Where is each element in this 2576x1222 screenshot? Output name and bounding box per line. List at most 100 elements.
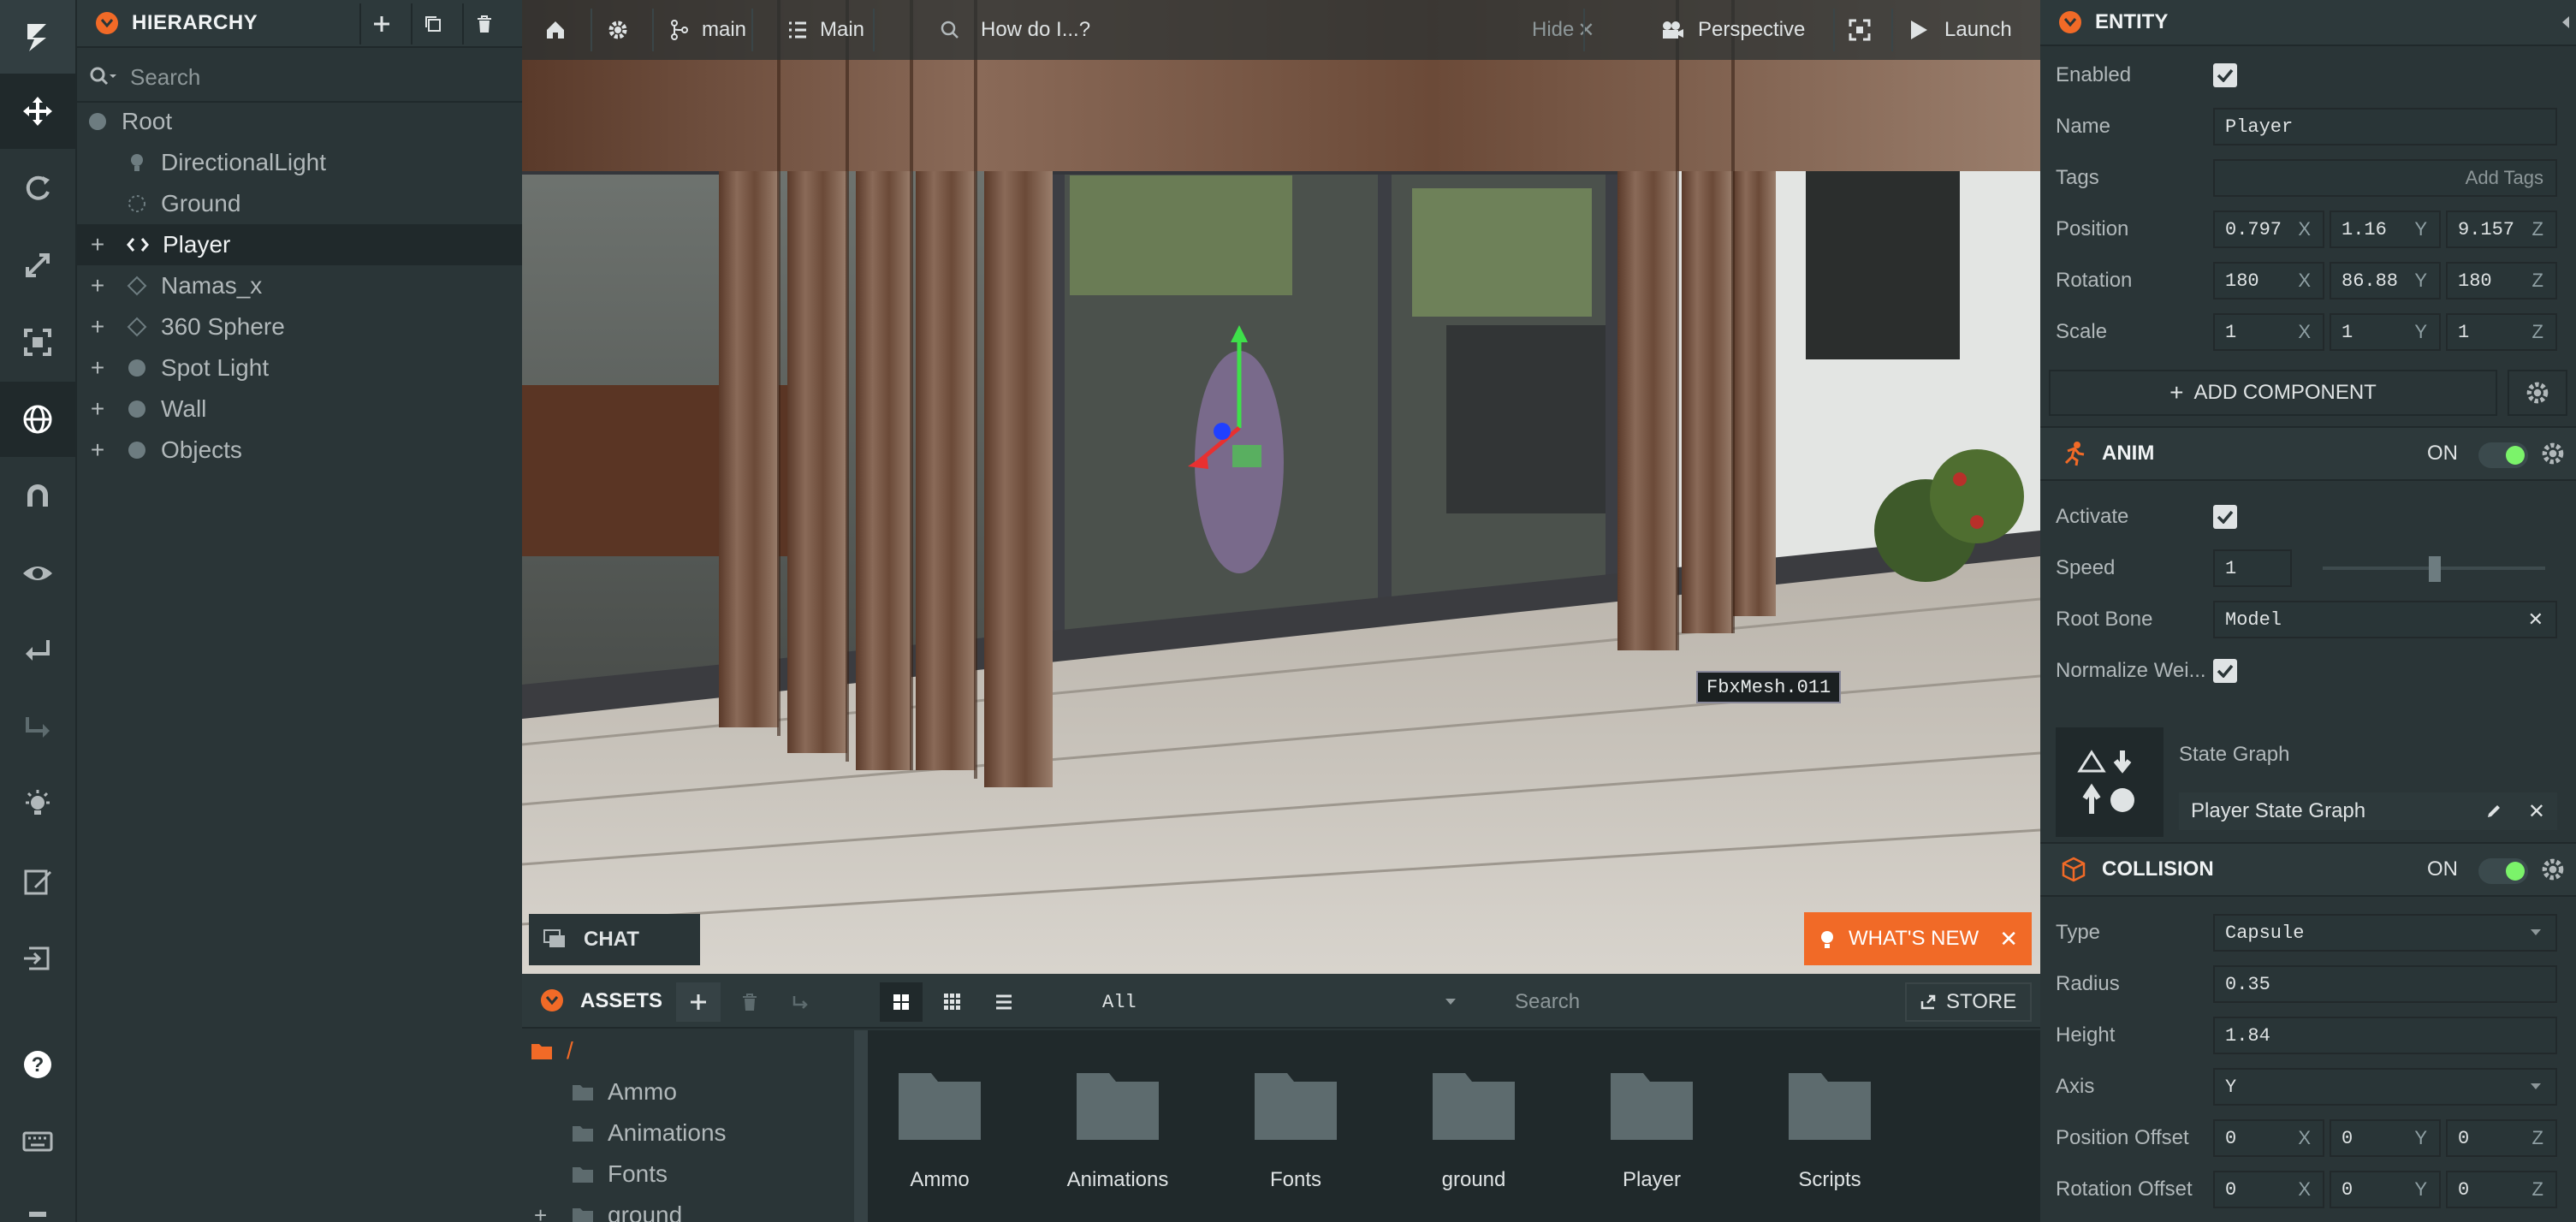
whats-new-button[interactable]: WHAT'S NEW ✕ [1804,912,2032,965]
speed-field[interactable]: 1 [2213,549,2292,587]
settings-panel-icon[interactable] [0,1181,75,1222]
asset-tree-item-ground[interactable]: + ground [534,1195,682,1222]
tree-item-directional-light[interactable]: DirectionalLight [77,142,522,183]
collision-component-header[interactable]: COLLISION ON [2040,842,2576,897]
tree-item-wall[interactable]: + Wall [77,389,522,430]
asset-folder-ground[interactable]: ground [1414,1070,1534,1192]
world-space-icon[interactable] [0,382,75,457]
name-field[interactable]: Player [2213,108,2557,145]
rotation-z-field[interactable]: 180 Z [2446,262,2557,300]
asset-folder-fonts[interactable]: Fonts [1236,1070,1356,1192]
tree-item-namas-x[interactable]: + Namas_x [77,265,522,306]
tree-item-ground[interactable]: Ground [77,183,522,224]
hierarchy-search[interactable]: Search [77,53,522,101]
grid-view-button[interactable] [880,982,923,1022]
store-button[interactable]: STORE [1905,982,2032,1022]
rotation-offset-x-field[interactable]: 0X [2213,1171,2324,1208]
rotation-offset-z-field[interactable]: 0Z [2446,1171,2557,1208]
redo-icon[interactable] [0,690,75,765]
asset-folder-player[interactable]: Player [1592,1070,1712,1192]
translate-tool-icon[interactable] [0,74,75,149]
fullscreen-button[interactable] [1849,0,1871,60]
code-editor-icon[interactable] [0,844,75,919]
resize-tool-icon[interactable] [0,305,75,380]
radius-field[interactable]: 0.35 [2213,965,2557,1003]
expand-icon[interactable]: + [89,354,106,382]
asset-folder-animations[interactable]: Animations [1058,1070,1178,1192]
asset-search-input[interactable]: Search [1501,981,1895,1023]
delete-asset-button[interactable] [727,982,772,1022]
expand-icon[interactable]: + [89,313,106,341]
axis-dropdown[interactable]: Y [2213,1068,2557,1106]
position-z-field[interactable]: 9.157 Z [2446,211,2557,248]
asset-folder-ammo[interactable]: Ammo [880,1070,1000,1192]
tree-item-player[interactable]: + Player [77,224,522,265]
tree-item-spot-light[interactable]: + Spot Light [77,347,522,389]
position-y-field[interactable]: 1.16 Y [2330,211,2441,248]
list-view-button[interactable] [982,982,1025,1022]
camera-dropdown[interactable]: Perspective [1660,0,1805,60]
position-offset-z-field[interactable]: 0Z [2446,1119,2557,1157]
gear-icon[interactable] [2540,857,2566,882]
normalize-weights-checkbox[interactable] [2213,659,2237,683]
home-button[interactable] [544,0,567,60]
tree-item-root[interactable]: Root [77,101,522,142]
asset-folder-scripts[interactable]: Scripts [1770,1070,1890,1192]
type-dropdown[interactable]: Capsule [2213,914,2557,952]
undo-icon[interactable] [0,613,75,688]
position-x-field[interactable]: 0.797 X [2213,211,2324,248]
scene-button[interactable]: Main [787,0,864,60]
focus-eye-icon[interactable] [0,536,75,611]
activate-checkbox[interactable] [2213,505,2237,529]
tree-item-360-sphere[interactable]: + 360 Sphere [77,306,522,347]
close-icon[interactable]: ✕ [2528,799,2545,824]
rotation-x-field[interactable]: 180 X [2213,262,2324,300]
anim-toggle[interactable] [2478,442,2528,468]
height-field[interactable]: 1.84 [2213,1017,2557,1054]
collapse-panel-icon[interactable] [541,989,563,1011]
rotation-y-field[interactable]: 86.88 Y [2330,262,2441,300]
help-search[interactable]: How do I...? [940,0,1090,60]
small-grid-view-button[interactable] [931,982,974,1022]
component-settings-button[interactable] [2508,370,2567,416]
hide-help-button[interactable]: Hide ✕ [1532,0,1594,60]
position-offset-x-field[interactable]: 0X [2213,1119,2324,1157]
help-search-input[interactable]: How do I...? [981,18,1090,42]
expand-icon[interactable]: + [534,1202,558,1222]
lightmapper-bulb-icon[interactable] [0,767,75,842]
move-asset-button[interactable] [779,982,823,1022]
gear-icon[interactable] [2540,441,2566,466]
collapse-panel-icon[interactable] [96,12,118,34]
add-component-button[interactable]: + ADD COMPONENT [2049,370,2497,416]
scene-viewport[interactable]: FbxMesh.011 CHAT WHAT'S NEW ✕ [522,0,2040,974]
enabled-checkbox[interactable] [2213,63,2237,87]
rotation-offset-y-field[interactable]: 0Y [2330,1171,2441,1208]
snap-magnet-icon[interactable] [0,459,75,534]
collapse-panel-icon[interactable] [2059,11,2081,33]
state-graph-field[interactable]: Player State Graph ✕ [2179,792,2557,830]
scale-z-field[interactable]: 1Z [2446,313,2557,351]
help-icon[interactable]: ? [0,1027,75,1102]
position-offset-y-field[interactable]: 0Y [2330,1119,2441,1157]
scale-y-field[interactable]: 1Y [2330,313,2441,351]
state-graph-thumbnail[interactable] [2056,727,2163,837]
collapse-right-icon[interactable] [2561,15,2571,29]
asset-tree-item-animations[interactable]: Animations [572,1112,727,1154]
tree-resize-handle[interactable] [854,1030,868,1222]
duplicate-entity-button[interactable] [411,3,454,44]
close-icon[interactable]: ✕ [2528,608,2543,631]
playcanvas-logo[interactable] [0,0,75,75]
anim-component-header[interactable]: ANIM ON [2040,426,2576,481]
chat-button[interactable]: CHAT [529,914,700,965]
add-asset-button[interactable] [676,982,721,1022]
branch-button[interactable]: main [669,0,746,60]
delete-entity-button[interactable] [462,3,505,44]
close-icon[interactable]: ✕ [1999,926,2018,952]
collision-toggle[interactable] [2478,858,2528,884]
root-bone-field[interactable]: Model ✕ [2213,601,2557,638]
publish-icon[interactable] [0,921,75,996]
edit-pencil-icon[interactable] [2485,803,2502,820]
scale-tool-icon[interactable] [0,228,75,303]
asset-tree-root[interactable]: / [531,1030,573,1071]
rotate-tool-icon[interactable] [0,151,75,226]
